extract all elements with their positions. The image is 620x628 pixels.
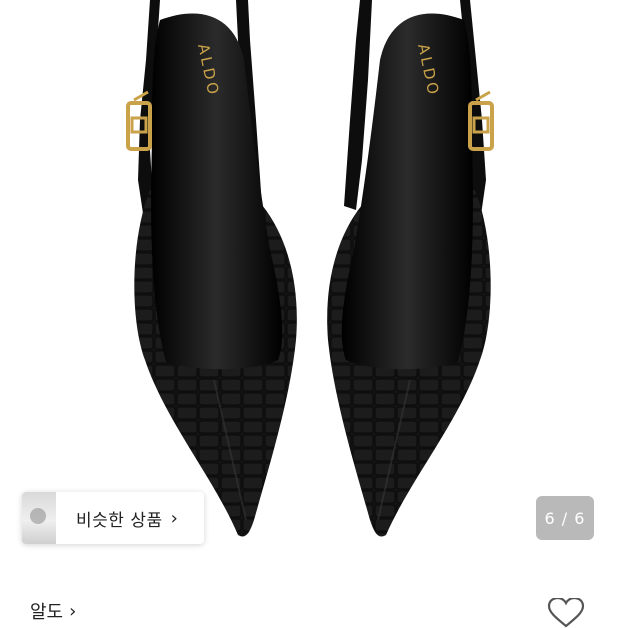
similar-products-text: 비슷한 상품: [76, 510, 163, 531]
left-shoe: ALDO: [126, 0, 297, 537]
chevron-right-icon: ›: [170, 507, 179, 529]
chevron-right-icon: ›: [69, 600, 77, 622]
brand-name: 알도: [30, 602, 64, 623]
page-counter-text: 6 / 6: [544, 508, 586, 528]
image-page-counter: 6 / 6: [536, 496, 594, 540]
heart-icon[interactable]: [545, 598, 587, 628]
similar-product-thumbnail: [22, 492, 56, 544]
right-shoe: ALDO: [327, 0, 494, 537]
product-image-gallery[interactable]: ALDO ALDO: [0, 0, 620, 570]
shoe-pair-image: ALDO ALDO: [126, 0, 494, 537]
similar-products-button[interactable]: 비슷한 상품 ›: [22, 492, 204, 544]
similar-products-label: 비슷한 상품 ›: [76, 506, 178, 531]
brand-link[interactable]: 알도 ›: [30, 598, 76, 624]
